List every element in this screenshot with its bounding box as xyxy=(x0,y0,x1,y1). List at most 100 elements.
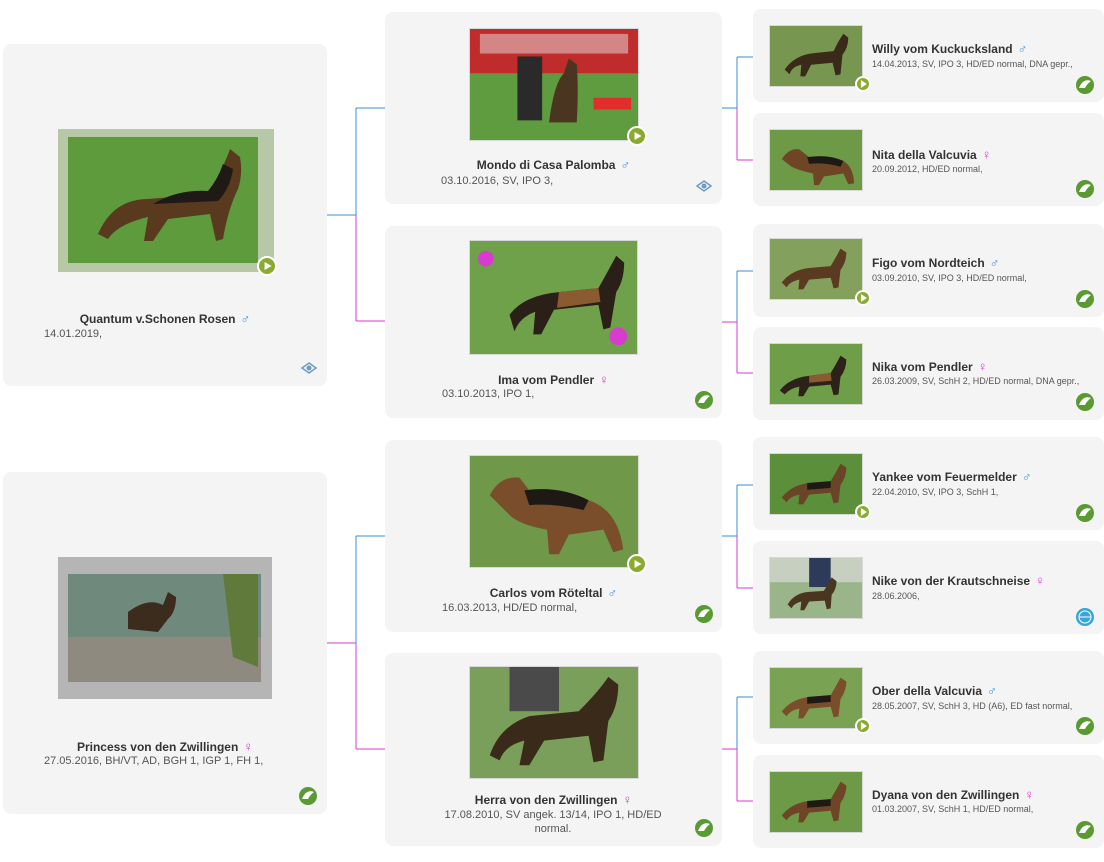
dog-name[interactable]: Dyana von den Zwillingen xyxy=(872,788,1019,802)
dog-name[interactable]: Yankee vom Feuermelder xyxy=(872,470,1017,484)
breeder-leaf-icon xyxy=(1075,503,1095,523)
dog-info: 17.08.2010, SV angek. 13/14, IPO 1, HD/E… xyxy=(444,809,662,835)
dog-info: 20.09.2012, HD/ED normal, xyxy=(872,164,983,174)
great-grandparent-card[interactable]: Figo vom Nordteich ♂ 03.09.2010, SV, IPO … xyxy=(753,224,1104,317)
sv-emblem-icon xyxy=(694,176,714,196)
great-grandparent-card[interactable]: Yankee vom Feuermelder ♂ 22.04.2010, SV, … xyxy=(753,437,1104,530)
female-symbol-icon: ♀ xyxy=(981,147,992,162)
male-symbol-icon: ♂ xyxy=(1017,41,1028,56)
dog-name[interactable]: Quantum v.Schonen Rosen xyxy=(80,312,236,326)
breeder-leaf-icon xyxy=(1075,289,1095,309)
dog-name[interactable]: Nika vom Pendler xyxy=(872,360,973,374)
female-symbol-icon: ♀ xyxy=(599,372,609,387)
dog-name-line: Mondo di Casa Palomba ♂ xyxy=(385,157,722,172)
video-play-button[interactable] xyxy=(627,554,647,574)
dog-photo[interactable] xyxy=(769,667,863,729)
dam-card[interactable]: Princess von den Zwillingen ♀ 27.05.2016,… xyxy=(3,472,327,814)
breeder-leaf-icon xyxy=(694,818,714,838)
female-symbol-icon: ♀ xyxy=(243,739,254,754)
dog-name-line: Nita della Valcuvia ♀ xyxy=(872,147,991,162)
dog-name[interactable]: Nike von der Krautschneise xyxy=(872,574,1030,588)
breeder-leaf-icon xyxy=(1075,179,1095,199)
dog-photo[interactable] xyxy=(769,557,863,619)
male-symbol-icon: ♂ xyxy=(989,255,1000,270)
great-grandparent-card[interactable]: Ober della Valcuvia ♂ 28.05.2007, SV, Sch… xyxy=(753,651,1104,744)
video-play-button[interactable] xyxy=(627,126,647,146)
dog-name-line: Dyana von den Zwillingen ♀ xyxy=(872,787,1034,802)
dog-photo[interactable] xyxy=(769,771,863,833)
video-play-button[interactable] xyxy=(257,256,277,276)
video-play-button[interactable] xyxy=(855,76,871,92)
dog-info: 14.01.2019, xyxy=(44,328,103,340)
dog-name[interactable]: Mondo di Casa Palomba xyxy=(477,158,616,172)
dog-name-line: Figo vom Nordteich ♂ xyxy=(872,255,999,270)
dog-name-line: Nika vom Pendler ♀ xyxy=(872,359,987,374)
grandsire-maternal-card[interactable]: Carlos vom Röteltal ♂ 16.03.2013, HD/ED n… xyxy=(385,440,722,632)
male-symbol-icon: ♂ xyxy=(1021,469,1032,484)
dog-photo[interactable] xyxy=(769,25,863,87)
dog-photo[interactable] xyxy=(769,238,863,300)
breeder-leaf-icon xyxy=(298,786,318,806)
dog-photo[interactable] xyxy=(769,129,863,191)
dog-photo[interactable] xyxy=(769,343,863,405)
dog-name[interactable]: Herra von den Zwillingen xyxy=(475,793,618,807)
dog-photo[interactable] xyxy=(769,453,863,515)
dog-name-line: Nike von der Krautschneise ♀ xyxy=(872,573,1045,588)
dog-name-line: Quantum v.Schonen Rosen ♂ xyxy=(3,311,327,326)
dog-info: 14.04.2013, SV, IPO 3, HD/ED normal, DNA… xyxy=(872,59,1073,69)
dog-info: 22.04.2010, SV, IPO 3, SchH 1, xyxy=(872,487,999,497)
dog-photo[interactable] xyxy=(469,455,639,568)
dog-name-line: Yankee vom Feuermelder ♂ xyxy=(872,469,1032,484)
dog-info: 03.10.2016, SV, IPO 3, xyxy=(441,175,554,187)
dog-name[interactable]: Nita della Valcuvia xyxy=(872,148,977,162)
great-grandparent-card[interactable]: Nita della Valcuvia ♀ 20.09.2012, HD/ED n… xyxy=(753,113,1104,206)
dog-info: 27.05.2016, BH/VT, AD, BGH 1, IGP 1, FH … xyxy=(44,755,264,767)
male-symbol-icon: ♂ xyxy=(607,585,618,600)
female-symbol-icon: ♀ xyxy=(977,359,988,374)
dog-name-line: Ober della Valcuvia ♂ xyxy=(872,683,997,698)
dog-photo[interactable] xyxy=(469,240,638,355)
female-symbol-icon: ♀ xyxy=(1024,787,1035,802)
male-symbol-icon: ♂ xyxy=(620,157,631,172)
breeder-leaf-icon xyxy=(1075,392,1095,412)
male-symbol-icon: ♂ xyxy=(240,311,251,326)
great-grandparent-card[interactable]: Nike von der Krautschneise ♀ 28.06.2006, xyxy=(753,541,1104,634)
great-grandparent-card[interactable]: Willy vom Kuckucksland ♂ 14.04.2013, SV, … xyxy=(753,9,1104,102)
dog-name-line: Willy vom Kuckucksland ♂ xyxy=(872,41,1027,56)
granddam-paternal-card[interactable]: Ima vom Pendler ♀ 03.10.2013, IPO 1, xyxy=(385,226,722,418)
breeder-leaf-icon xyxy=(1075,75,1095,95)
dog-name[interactable]: Princess von den Zwillingen xyxy=(77,740,238,754)
dog-name-line: Herra von den Zwillingen ♀ xyxy=(385,792,722,807)
dog-info: 03.09.2010, SV, IPO 3, HD/ED normal, xyxy=(872,273,1027,283)
dog-photo[interactable] xyxy=(58,557,272,699)
dog-photo[interactable] xyxy=(58,129,274,272)
globe-club-icon xyxy=(1075,607,1095,627)
breeder-leaf-icon xyxy=(694,604,714,624)
dog-photo[interactable] xyxy=(469,666,639,779)
great-grandparent-card[interactable]: Nika vom Pendler ♀ 26.03.2009, SV, SchH 2… xyxy=(753,327,1104,420)
dog-name[interactable]: Carlos vom Röteltal xyxy=(490,586,603,600)
dog-name[interactable]: Ober della Valcuvia xyxy=(872,684,982,698)
female-symbol-icon: ♀ xyxy=(1035,573,1045,588)
video-play-button[interactable] xyxy=(855,290,871,306)
breeder-leaf-icon xyxy=(1075,716,1095,736)
dog-photo[interactable] xyxy=(469,28,639,141)
dog-info: 03.10.2013, IPO 1, xyxy=(442,388,535,400)
dog-name[interactable]: Ima vom Pendler xyxy=(498,373,594,387)
grandsire-paternal-card[interactable]: Mondo di Casa Palomba ♂ 03.10.2016, SV, I… xyxy=(385,12,722,204)
male-symbol-icon: ♂ xyxy=(987,683,997,698)
granddam-maternal-card[interactable]: Herra von den Zwillingen ♀ 17.08.2010, SV… xyxy=(385,653,722,846)
video-play-button[interactable] xyxy=(855,504,871,520)
dog-name[interactable]: Willy vom Kuckucksland xyxy=(872,42,1013,56)
dog-name-line: Carlos vom Röteltal ♂ xyxy=(385,585,722,600)
dog-info: 01.03.2007, SV, SchH 1, HD/ED normal, xyxy=(872,804,1034,814)
sire-card[interactable]: Quantum v.Schonen Rosen ♂ 14.01.2019, xyxy=(3,44,327,386)
dog-info: 16.03.2013, HD/ED normal, xyxy=(442,602,578,614)
dog-info: 26.03.2009, SV, SchH 2, HD/ED normal, DN… xyxy=(872,376,1080,386)
video-play-button[interactable] xyxy=(855,718,871,734)
dog-name[interactable]: Figo vom Nordteich xyxy=(872,256,985,270)
dog-name-line: Princess von den Zwillingen ♀ xyxy=(3,739,327,754)
sv-emblem-icon xyxy=(299,358,319,378)
breeder-leaf-icon xyxy=(694,390,714,410)
great-grandparent-card[interactable]: Dyana von den Zwillingen ♀ 01.03.2007, SV… xyxy=(753,755,1104,848)
